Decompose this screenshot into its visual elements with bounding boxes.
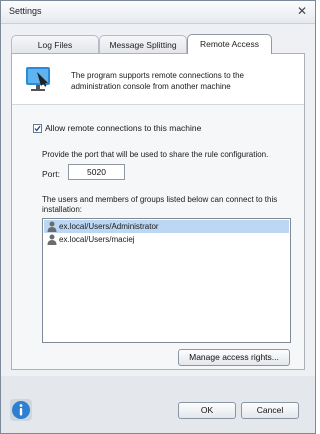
port-input[interactable]: 5020 <box>68 164 125 180</box>
user-icon <box>47 221 57 232</box>
user-icon <box>47 234 57 245</box>
user-name: ex.local/Users/Administrator <box>59 222 159 231</box>
manage-access-rights-button[interactable]: Manage access rights... <box>178 349 290 366</box>
user-name: ex.local/Users/maciej <box>59 235 135 244</box>
checkmark-icon <box>34 125 41 132</box>
settings-window: Settings ✕ Log Files Message Splitting R… <box>0 0 316 434</box>
allow-remote-label[interactable]: Allow remote connections to this machine <box>45 123 201 133</box>
remote-access-panel: The program supports remote connections … <box>11 53 305 370</box>
info-banner: The program supports remote connections … <box>12 54 304 105</box>
tab-log-files[interactable]: Log Files <box>11 35 99 53</box>
cancel-button[interactable]: Cancel <box>241 402 299 419</box>
port-description: Provide the port that will be used to sh… <box>42 150 269 159</box>
tab-message-splitting[interactable]: Message Splitting <box>99 35 187 53</box>
info-text: The program supports remote connections … <box>71 71 244 91</box>
close-icon[interactable]: ✕ <box>295 4 309 18</box>
help-icon[interactable] <box>10 399 32 421</box>
port-label: Port: <box>42 169 60 179</box>
window-title: Settings <box>9 6 42 16</box>
list-item[interactable]: ex.local/Users/Administrator <box>44 220 289 233</box>
allow-remote-checkbox[interactable] <box>33 124 42 133</box>
list-item[interactable]: ex.local/Users/maciej <box>44 233 289 246</box>
tab-remote-access[interactable]: Remote Access <box>187 34 272 54</box>
title-bar: Settings ✕ <box>1 1 315 24</box>
ok-button[interactable]: OK <box>178 402 236 419</box>
remote-monitor-icon <box>26 67 50 91</box>
users-description: The users and members of groups listed b… <box>42 195 278 214</box>
users-list[interactable]: ex.local/Users/Administrator ex.local/Us… <box>42 218 291 343</box>
